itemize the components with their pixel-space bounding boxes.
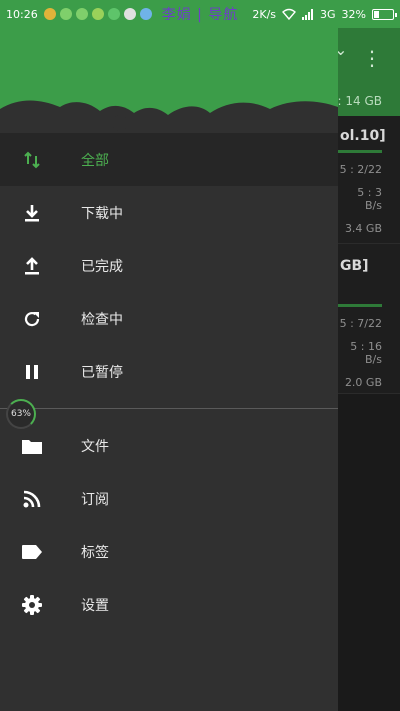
torrent-info: 5 : 16 B/s <box>350 340 382 366</box>
nav-item-settings[interactable]: 设置 <box>0 578 338 631</box>
signal-icon <box>302 8 314 20</box>
label-icon <box>20 540 44 564</box>
nav-item-all[interactable]: 全部 <box>0 133 338 186</box>
torrent-info: 3.4 GB <box>344 222 382 235</box>
nav-item-files[interactable]: 文件 <box>0 419 338 472</box>
notification-app-icon <box>91 8 104 20</box>
torrent-info: 5 : 3 B/s <box>357 186 382 212</box>
navigation-drawer: 全部 下载中 已完成 检查中 已暂停 文件 订阅 标签 设置 <box>0 28 338 711</box>
pause-icon <box>20 360 44 384</box>
more-icon[interactable]: ⋮ <box>362 48 382 68</box>
status-time: 10:26 <box>6 7 38 21</box>
wifi-icon <box>282 8 297 20</box>
nav-item-label: 下载中 <box>81 205 123 222</box>
overlay-text: 李娟 | 导航 <box>161 7 239 23</box>
total-size: : 14 GB <box>337 94 382 108</box>
folder-icon <box>20 434 44 458</box>
nav-item-label: 全部 <box>81 152 109 169</box>
notification-app-icon <box>59 8 72 20</box>
notification-app-icon <box>43 8 56 20</box>
network-type: 3G <box>320 7 336 21</box>
nav-item-checking[interactable]: 检查中 <box>0 292 338 345</box>
download-icon <box>20 201 44 225</box>
torrent-info: 2.0 GB <box>344 376 382 389</box>
net-speed: 2K/s <box>252 7 277 21</box>
progress-badge: 63% <box>6 399 36 429</box>
refresh-icon <box>20 307 44 331</box>
battery-percent: 32% <box>341 7 366 21</box>
torrent-card[interactable]: GB] 5 : 7/22 5 : 16 B/s 2.0 GB <box>338 244 400 394</box>
nav-item-tags[interactable]: 标签 <box>0 525 338 578</box>
nav-item-label: 标签 <box>81 544 109 561</box>
torrent-progress <box>338 304 382 307</box>
rss-icon <box>20 487 44 511</box>
torrent-info: 5 : 7/22 <box>339 317 382 330</box>
notification-app-icon <box>75 8 88 20</box>
nav-item-label: 已完成 <box>81 258 123 275</box>
notification-app-icon <box>107 8 120 20</box>
notification-app-icon <box>123 8 136 20</box>
nav-item-label: 已暂停 <box>81 364 123 381</box>
nav-item-paused[interactable]: 已暂停 <box>0 345 338 398</box>
swap-vertical-icon <box>20 148 44 172</box>
drawer-header <box>0 28 338 133</box>
torrent-info: 5 : 2/22 <box>339 163 382 176</box>
torrent-card[interactable]: ol.10] 5 : 2/22 5 : 3 B/s 3.4 GB <box>338 116 400 244</box>
nav-item-downloading[interactable]: 下载中 <box>0 186 338 239</box>
upload-icon <box>20 254 44 278</box>
progress-badge-text: 63% <box>10 409 31 419</box>
cloud-decoration-icon <box>0 100 338 133</box>
torrent-title: GB] <box>340 258 369 274</box>
battery-icon <box>372 8 397 20</box>
status-bar: 10:26 李娟 | 导航 2K/s 3G 32% <box>0 0 400 28</box>
torrent-progress <box>338 150 382 153</box>
nav-item-label: 检查中 <box>81 311 123 328</box>
notification-app-icon <box>139 8 152 20</box>
drawer-divider <box>0 408 338 409</box>
nav-item-label: 设置 <box>81 597 109 614</box>
gear-icon <box>20 593 44 617</box>
torrent-title: ol.10] <box>340 128 386 144</box>
nav-item-label: 订阅 <box>81 491 109 508</box>
battery-fill <box>374 10 379 18</box>
nav-item-label: 文件 <box>81 438 109 455</box>
nav-item-feeds[interactable]: 订阅 <box>0 472 338 525</box>
nav-item-completed[interactable]: 已完成 <box>0 239 338 292</box>
